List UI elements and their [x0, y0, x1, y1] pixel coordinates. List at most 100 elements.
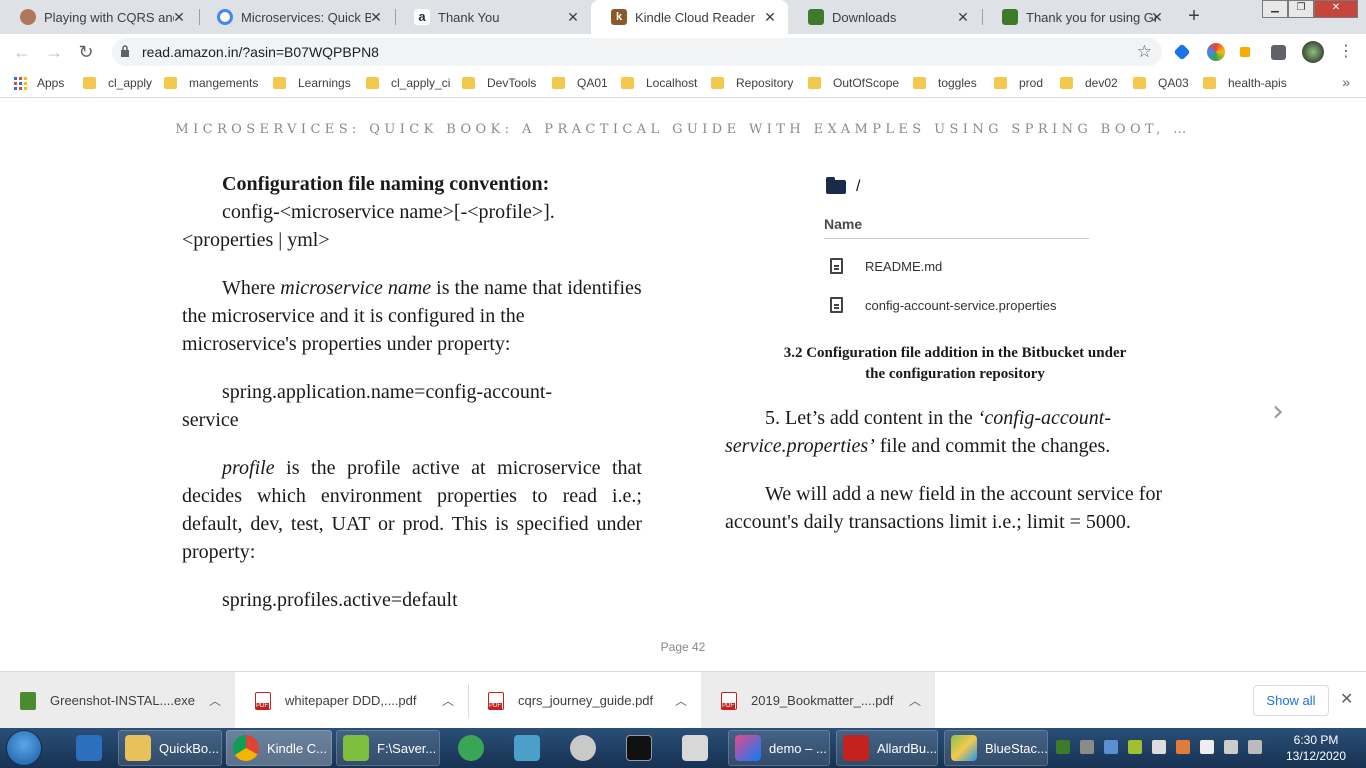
close-tab-icon[interactable]: ✕ [762, 9, 778, 26]
tab-title: Thank you for using Gree [1026, 9, 1156, 25]
tray-app-icon[interactable] [1080, 740, 1094, 754]
more-bookmarks-icon[interactable]: » [1342, 74, 1350, 90]
eyedropper-extension-icon[interactable] [1173, 43, 1191, 61]
start-button[interactable] [6, 730, 42, 766]
file-name: README.md [865, 258, 943, 274]
color-extension-icon[interactable] [1207, 43, 1225, 61]
bookmark-outofscope[interactable]: OutOfScope [808, 76, 899, 90]
tab-downloads[interactable]: Downloads ✕ [788, 0, 981, 34]
new-tab-button[interactable]: + [1180, 4, 1208, 30]
taskbar-label: BlueStac... [985, 740, 1048, 756]
tab-greenshot-thanks[interactable]: Thank you for using Gree ✕ [982, 0, 1175, 34]
bookmark-apps[interactable]: Apps [14, 76, 64, 90]
network-tray-icon[interactable] [1152, 740, 1166, 754]
address-bar[interactable]: read.amazon.in/?asin=B07WQPBPN8 ☆ [112, 38, 1162, 66]
folder-icon [1133, 77, 1146, 89]
taskbar-label: F:\Saver... [377, 740, 437, 756]
bookmark-qa01[interactable]: QA01 [552, 76, 608, 90]
tab-cqrs[interactable]: Playing with CQRS and E ✕ [0, 0, 197, 34]
bookmark-cl-apply[interactable]: cl_apply [83, 76, 152, 90]
paragraph-microservice-name: Where microservice name is the name that… [182, 274, 642, 358]
folder-icon [164, 77, 177, 89]
folder-icon [273, 77, 286, 89]
download-item[interactable]: whitepaper DDD,....pdf ︿ [235, 672, 468, 729]
taskbar-item-intellij[interactable]: demo – ... [728, 730, 830, 766]
taskbar-item[interactable] [452, 730, 488, 766]
menu-kebab-icon[interactable]: ⋮ [1334, 40, 1358, 64]
code-line: service [182, 409, 239, 431]
bookmarks-bar: Apps cl_apply mangements Learnings cl_ap… [0, 70, 1366, 98]
greenshot-tray-icon[interactable] [1056, 740, 1070, 754]
chevron-up-icon[interactable]: ︿ [909, 692, 921, 709]
close-icon[interactable]: ✕ [1340, 689, 1353, 709]
bookmark-qa03[interactable]: QA03 [1133, 76, 1189, 90]
system-clock[interactable]: 6:30 PM 13/12/2020 [1276, 732, 1356, 764]
flag-tray-icon[interactable] [1200, 740, 1214, 754]
taskbar-item[interactable] [564, 730, 600, 766]
bookmark-cl-apply-ci[interactable]: cl_apply_ci [366, 76, 450, 90]
paragraph-new-field: We will add a new field in the account s… [725, 483, 1163, 533]
taskbar-item-bluestacks[interactable]: BlueStac... [944, 730, 1048, 766]
display-tray-icon[interactable] [1224, 740, 1238, 754]
minimize-button[interactable]: ▁ [1262, 0, 1288, 18]
tab-thank-you[interactable]: a Thank You ✕ [394, 0, 591, 34]
taskbar-item[interactable] [676, 730, 712, 766]
taskbar-item-chrome[interactable]: Kindle C... [226, 730, 332, 766]
close-tab-icon[interactable]: ✕ [171, 9, 187, 26]
bookmark-localhost[interactable]: Localhost [621, 76, 697, 90]
close-tab-icon[interactable]: ✕ [565, 9, 581, 26]
close-tab-icon[interactable]: ✕ [1149, 9, 1165, 26]
shield-tray-icon[interactable] [1104, 740, 1118, 754]
bookmark-label: toggles [938, 76, 977, 90]
show-all-button[interactable]: Show all [1253, 685, 1329, 716]
chevron-up-icon[interactable]: ︿ [675, 692, 687, 709]
profile-avatar[interactable] [1302, 41, 1324, 63]
volume-muted-tray-icon[interactable] [1176, 740, 1190, 754]
bookmark-dev02[interactable]: dev02 [1060, 76, 1118, 90]
naming-convention: config-<microservice name>[-<profile>]. … [182, 198, 642, 254]
exe-file-icon [20, 691, 36, 710]
close-tab-icon[interactable]: ✕ [368, 9, 384, 26]
speaker-tray-icon[interactable] [1248, 740, 1262, 754]
tab-kindle-cloud-reader[interactable]: k Kindle Cloud Reader ✕ [591, 0, 788, 34]
taskbar-item-notepad[interactable]: F:\Saver... [336, 730, 440, 766]
bookmark-label: health-apis [1228, 76, 1287, 90]
taskbar-item[interactable] [620, 730, 656, 766]
bookmark-label: QA01 [577, 76, 608, 90]
back-button[interactable]: ← [10, 40, 34, 64]
bookmark-mangements[interactable]: mangements [164, 76, 258, 90]
chevron-up-icon[interactable]: ︿ [209, 692, 221, 709]
header-divider [824, 238, 1089, 239]
taskbar-item[interactable] [508, 730, 544, 766]
bookmark-label: QA03 [1158, 76, 1189, 90]
taskbar-item[interactable] [70, 730, 106, 766]
extensions-puzzle-icon[interactable] [1271, 45, 1286, 60]
reload-button[interactable]: ↻ [74, 40, 98, 64]
bookmark-learnings[interactable]: Learnings [273, 76, 351, 90]
bookmark-prod[interactable]: prod [994, 76, 1043, 90]
download-item[interactable]: Greenshot-INSTAL....exe ︿ [0, 672, 235, 729]
window-close-button[interactable]: ✕ [1314, 0, 1358, 18]
text: file and commit the changes. [874, 435, 1111, 457]
taskbar-item-acrobat[interactable]: AllardBu... [836, 730, 938, 766]
arrow-extension-icon[interactable] [1240, 47, 1250, 57]
forward-button[interactable]: → [42, 40, 66, 64]
amazon-favicon-icon: a [414, 9, 430, 25]
editor-icon [514, 735, 540, 761]
taskbar-item-explorer[interactable]: QuickBo... [118, 730, 222, 766]
tab-microservices[interactable]: Microservices: Quick Boo ✕ [197, 0, 394, 34]
maximize-button[interactable]: ❐ [1288, 0, 1314, 18]
download-item[interactable]: cqrs_journey_guide.pdf ︿ [468, 672, 701, 729]
close-tab-icon[interactable]: ✕ [955, 9, 971, 26]
bookmark-star-icon[interactable]: ☆ [1137, 42, 1152, 62]
next-page-chevron-icon[interactable]: › [1272, 394, 1284, 429]
bookmark-devtools[interactable]: DevTools [462, 76, 536, 90]
file-icon [830, 297, 843, 313]
bluestacks-tray-icon[interactable] [1128, 740, 1142, 754]
paragraph-add-content: 5. Let’s add content in the ‘config-acco… [725, 404, 1185, 460]
bookmark-health-apis[interactable]: health-apis [1203, 76, 1287, 90]
bookmark-toggles[interactable]: toggles [913, 76, 977, 90]
chevron-up-icon[interactable]: ︿ [442, 692, 454, 709]
download-item[interactable]: 2019_Bookmatter_....pdf ︿ [701, 672, 935, 729]
bookmark-repository[interactable]: Repository [711, 76, 793, 90]
